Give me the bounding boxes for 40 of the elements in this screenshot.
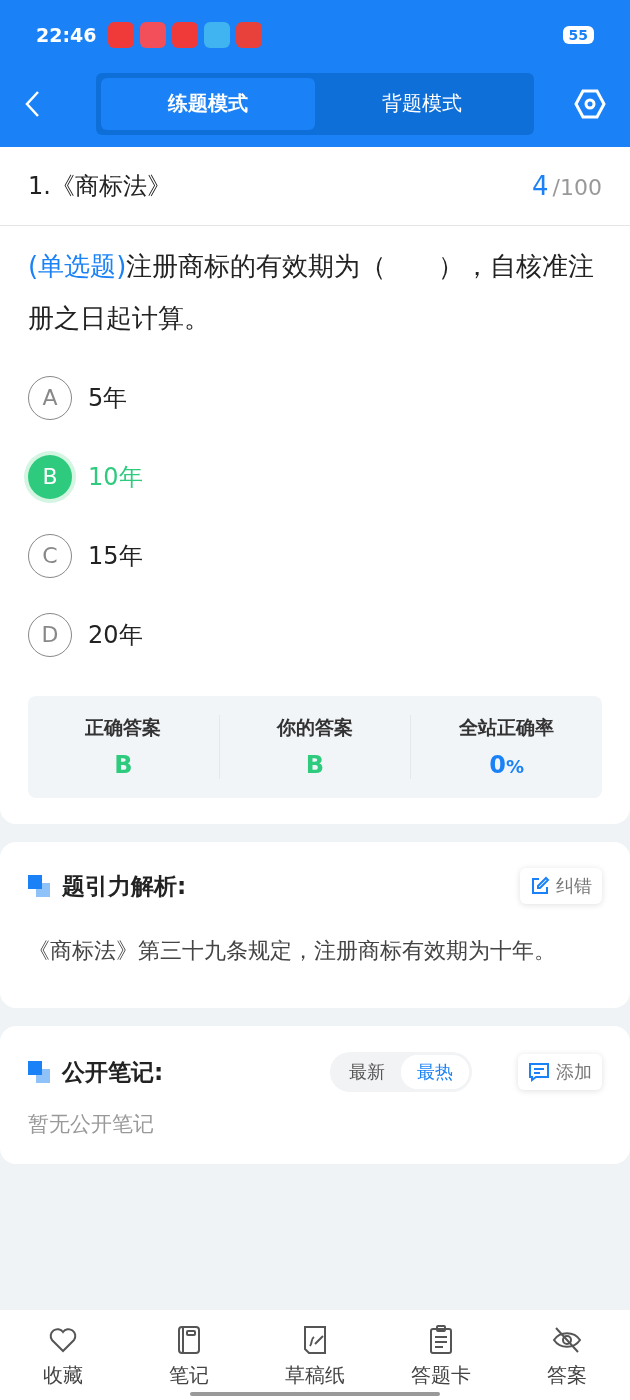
result-label: 正确答案 <box>85 715 162 740</box>
option-text[interactable]: 5年 <box>88 381 128 414</box>
back-icon[interactable] <box>24 89 40 118</box>
result-value: 0% <box>489 751 525 779</box>
app-icon <box>140 22 167 48</box>
result-value: B <box>114 751 133 779</box>
nav-item[interactable]: 笔记 <box>126 1310 252 1400</box>
report-button[interactable]: 纠错 <box>520 868 602 904</box>
app-icon <box>204 22 231 48</box>
analysis-text: 《商标法》第三十九条规定，注册商标有效期为十年。 <box>28 937 557 965</box>
result-label: 全站正确率 <box>459 715 555 740</box>
battery-level: 55 <box>562 26 594 44</box>
square-icon <box>28 875 52 897</box>
comment-icon <box>528 1062 550 1082</box>
settings-icon[interactable] <box>574 88 606 119</box>
sort-option[interactable]: 最新 <box>333 1055 401 1089</box>
mode-tab[interactable]: 练题模式 <box>101 77 315 130</box>
status-time: 22:46 <box>36 24 97 46</box>
square-icon <box>28 1061 52 1083</box>
analysis-title: 题引力解析: <box>62 871 187 901</box>
nav-item[interactable]: 收藏 <box>0 1310 126 1400</box>
mode-tab[interactable]: 背题模式 <box>315 77 529 130</box>
section-title: 1.《商标法》 <box>28 171 171 202</box>
question-text: (单选题)注册商标的有效期为（ ），自核准注册之日起计算。 <box>28 250 596 335</box>
add-note-button[interactable]: 添加 <box>518 1054 602 1090</box>
option-text[interactable]: 20年 <box>88 618 143 651</box>
result-value: B <box>305 751 325 779</box>
question-counter: 4/100 <box>532 171 602 201</box>
sort-option[interactable]: 最热 <box>401 1055 469 1089</box>
edit-icon <box>530 876 550 896</box>
empty-notes-text: 暂无公开笔记 <box>28 1111 155 1138</box>
nav-item[interactable]: 草稿纸 <box>252 1310 378 1400</box>
app-icon <box>108 22 135 48</box>
nav-item[interactable]: 答案 <box>504 1310 630 1400</box>
result-label: 你的答案 <box>277 715 353 740</box>
notes-title: 公开笔记: <box>62 1057 164 1087</box>
app-icon <box>236 22 263 48</box>
app-icon <box>172 22 199 48</box>
nav-item[interactable]: 答题卡 <box>378 1310 504 1400</box>
option-text[interactable]: 15年 <box>88 539 143 572</box>
